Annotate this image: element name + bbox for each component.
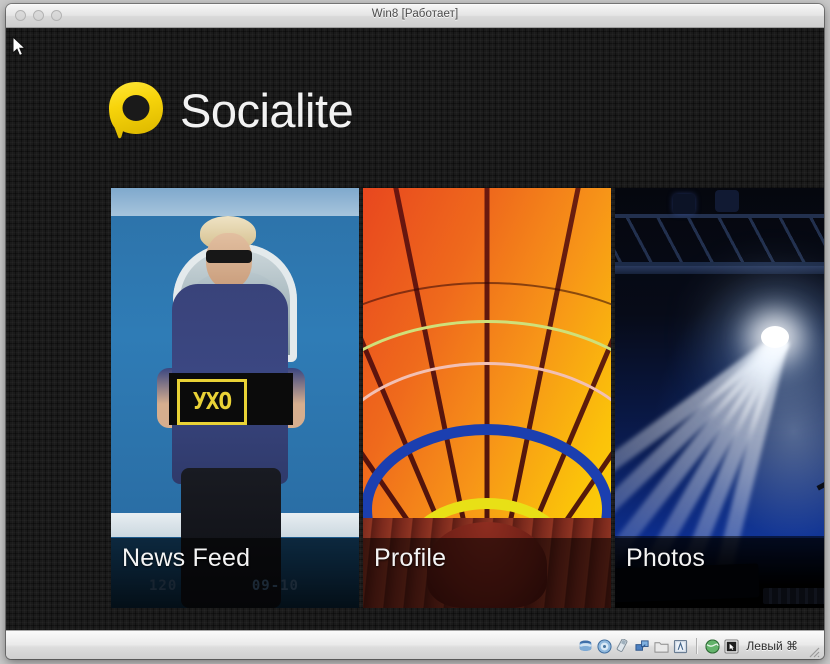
guest-screen[interactable]: Socialite УХО News Feed Profile Photos [6, 28, 824, 630]
shared-folder-icon[interactable] [654, 639, 669, 654]
statusbar-separator [696, 638, 698, 654]
arrow-pointer-icon [12, 36, 27, 57]
optical-disk-icon[interactable] [597, 638, 612, 654]
mouse-capture-icon[interactable] [724, 638, 739, 654]
virtual-machine-window: Win8 [Работает] Socialite УХО News Feed … [6, 4, 824, 659]
network-icon[interactable] [635, 639, 650, 654]
window-title: Win8 [Работает] [371, 8, 459, 20]
window-titlebar[interactable]: Win8 [Работает] [6, 4, 824, 28]
tile-label-profile: Profile [374, 544, 447, 572]
tile-photos[interactable]: Photos [615, 188, 824, 608]
tile-label-photos: Photos [626, 544, 706, 572]
app-title: Socialite [180, 83, 354, 137]
hard-disk-icon[interactable] [578, 639, 593, 654]
sign-text: УХО [177, 379, 247, 425]
floppy-disk-icon[interactable] [616, 638, 631, 654]
tile-news-feed[interactable]: УХО 120 09-10 News Feed [111, 188, 359, 608]
vm-statusbar: Левый ⌘ [6, 630, 824, 659]
usb-icon[interactable] [705, 638, 720, 654]
tile-profile[interactable]: Profile [363, 188, 611, 608]
tile-label-news-feed: News Feed [122, 544, 251, 572]
resize-grip[interactable] [806, 644, 820, 658]
speech-bubble-icon [109, 82, 163, 139]
tile-grid: УХО 120 09-10 News Feed [111, 188, 824, 608]
vm-status-indicators: Левый ⌘ [578, 631, 798, 659]
app-header: Socialite [106, 80, 354, 140]
host-key-label: Левый ⌘ [746, 639, 798, 653]
display-icon[interactable] [673, 639, 688, 654]
